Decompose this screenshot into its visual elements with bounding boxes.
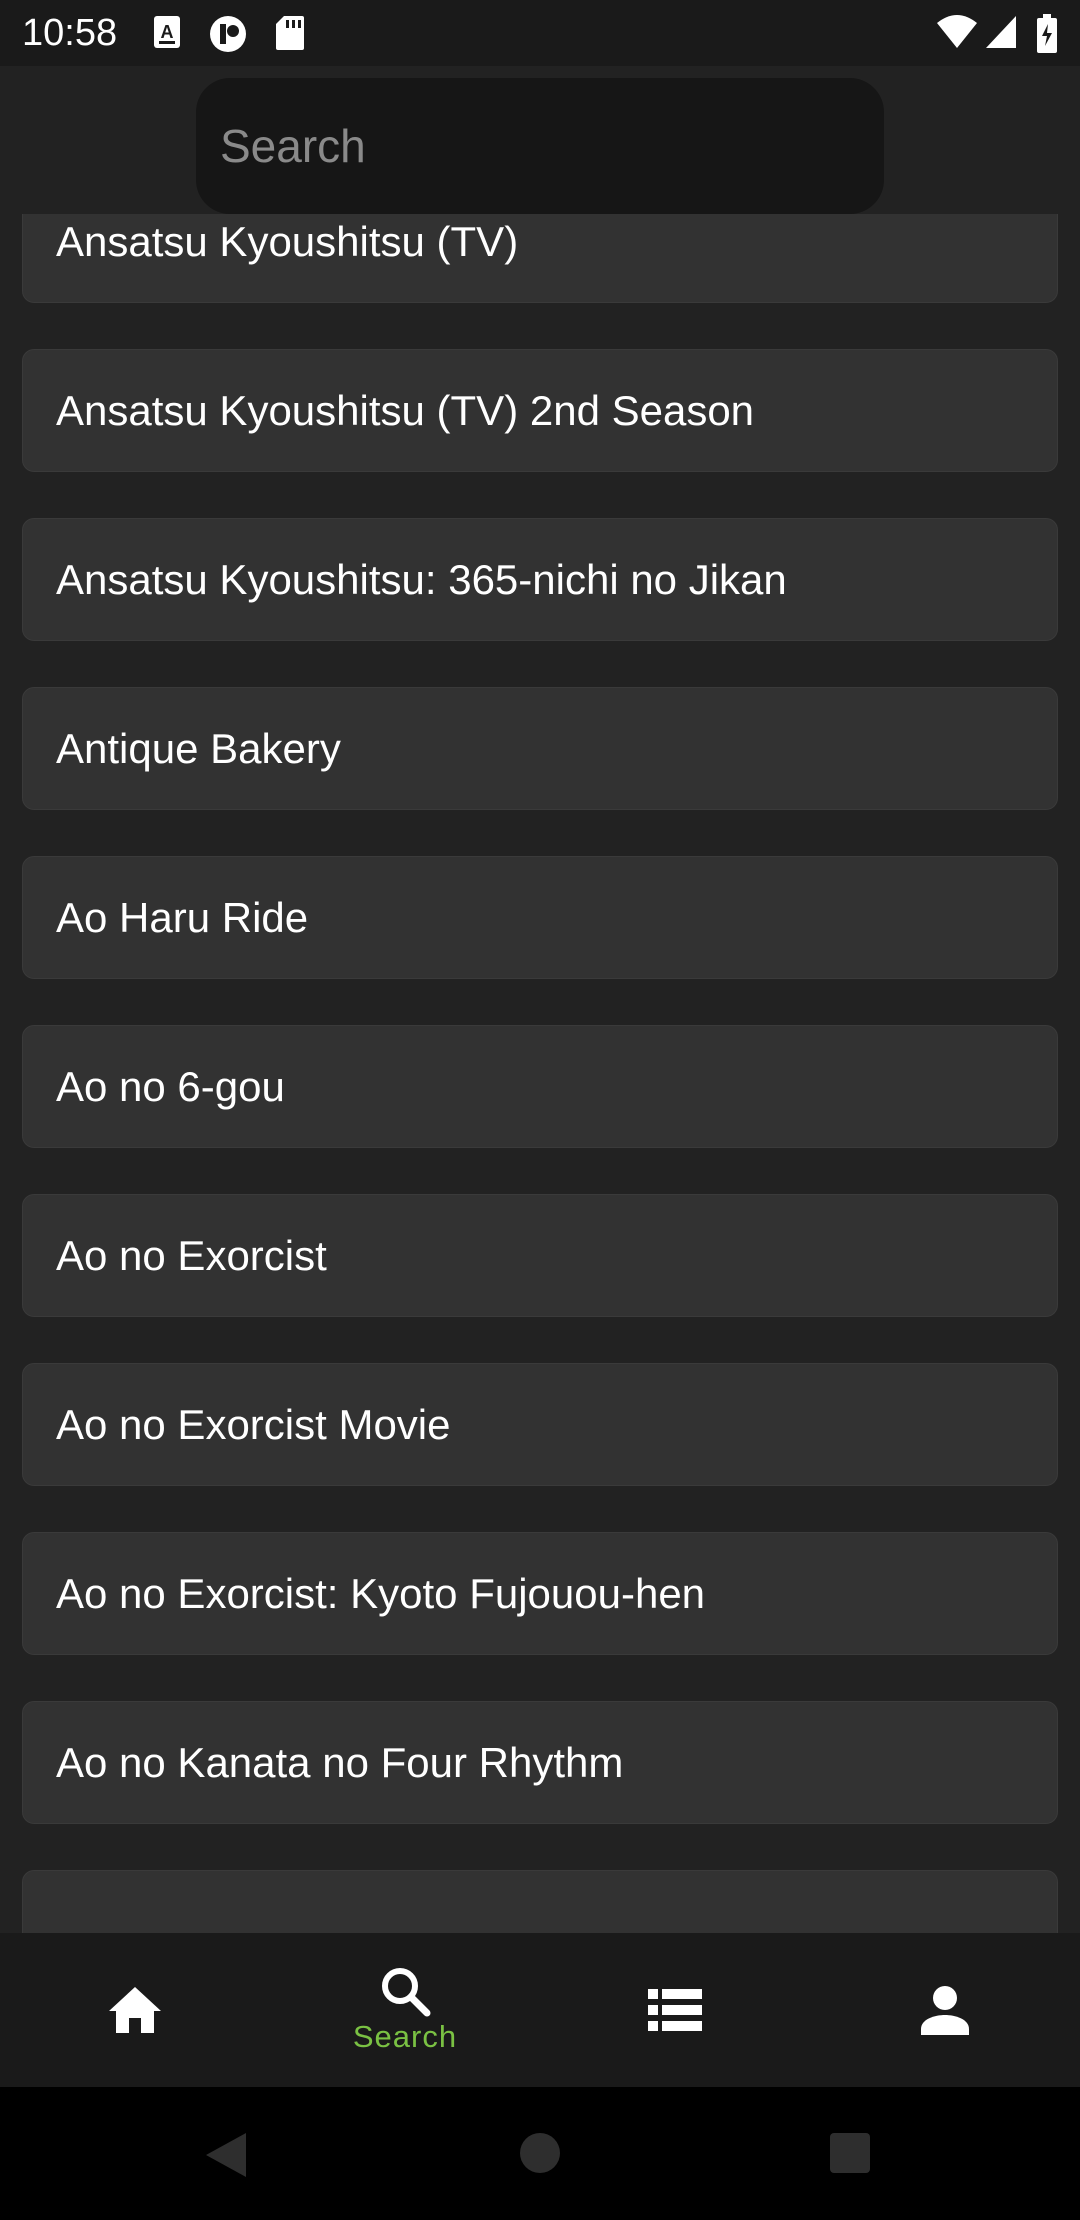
recents-icon[interactable] <box>828 2131 872 2175</box>
svg-text:A: A <box>161 22 174 42</box>
list-item-title: Ao Haru Ride <box>56 893 309 941</box>
results-list[interactable]: Ansatsu Kyoushitsu (TV) Ansatsu Kyoushit… <box>0 214 1080 1933</box>
list-item[interactable]: Ao no Kanata no Four Rhythm <box>22 1701 1058 1824</box>
list-item-title: Ao no Exorcist Movie <box>56 1400 451 1448</box>
search-input[interactable] <box>218 118 862 174</box>
search-icon <box>382 1968 431 2017</box>
status-time: 10:58 <box>22 12 118 54</box>
list-item-title: Ao no 6-gou <box>56 1062 285 1110</box>
list-item[interactable]: Ao no Exorcist: Kyoto Fujouou-hen <box>22 1532 1058 1655</box>
keyboard-a-icon: A <box>154 16 180 48</box>
system-nav-bar <box>0 2087 1080 2220</box>
list-item[interactable]: Ao Haru Ride <box>22 856 1058 979</box>
nav-profile[interactable] <box>810 1933 1080 2087</box>
battery-icon <box>1037 14 1057 53</box>
list-item[interactable]: Ao no Exorcist Movie <box>22 1363 1058 1486</box>
search-box[interactable] <box>196 78 884 214</box>
sd-card-icon <box>276 16 304 50</box>
person-icon <box>921 1986 969 2035</box>
nav-search-label: Search <box>352 2019 458 2054</box>
home-icon <box>109 1987 161 2033</box>
list-item-title: Ansatsu Kyoushitsu (TV) 2nd Season <box>56 386 755 434</box>
signal-icon <box>986 16 1016 48</box>
list-item-partial[interactable] <box>22 1870 1058 1933</box>
list-item-title: Ao no Exorcist: Kyoto Fujouou-hen <box>56 1569 706 1617</box>
app-icon <box>210 16 246 52</box>
list-item-title: Ao no Kanata no Four Rhythm <box>56 1738 624 1786</box>
list-item[interactable]: Ansatsu Kyoushitsu: 365-nichi no Jikan <box>22 518 1058 641</box>
list-item[interactable]: Ansatsu Kyoushitsu (TV) <box>22 214 1058 303</box>
list-icon <box>648 1989 702 2031</box>
list-item-title: Ansatsu Kyoushitsu (TV) <box>56 217 519 265</box>
list-item[interactable]: Ao no 6-gou <box>22 1025 1058 1148</box>
list-item-title: Ansatsu Kyoushitsu: 365-nichi no Jikan <box>56 555 787 603</box>
bottom-nav: Search <box>0 1933 1080 2087</box>
list-item[interactable]: Ao no Exorcist <box>22 1194 1058 1317</box>
wifi-icon <box>937 15 977 48</box>
list-item[interactable]: Antique Bakery <box>22 687 1058 810</box>
nav-search[interactable]: Search <box>270 1933 540 2087</box>
nav-home[interactable] <box>0 1933 270 2087</box>
status-bar: 10:58 A <box>0 0 1080 66</box>
results-list-content: Ansatsu Kyoushitsu (TV) Ansatsu Kyoushit… <box>0 214 1080 1933</box>
nav-list[interactable] <box>540 1933 810 2087</box>
list-item[interactable]: Ansatsu Kyoushitsu (TV) 2nd Season <box>22 349 1058 472</box>
home-button-icon[interactable] <box>518 2131 562 2175</box>
list-item-title: Ao no Exorcist <box>56 1231 327 1279</box>
list-item-title: Antique Bakery <box>56 724 341 772</box>
screen: 10:58 A Search Ansatsu Kyoushitsu (TV) A… <box>0 0 1080 2220</box>
back-icon[interactable] <box>204 2131 248 2179</box>
